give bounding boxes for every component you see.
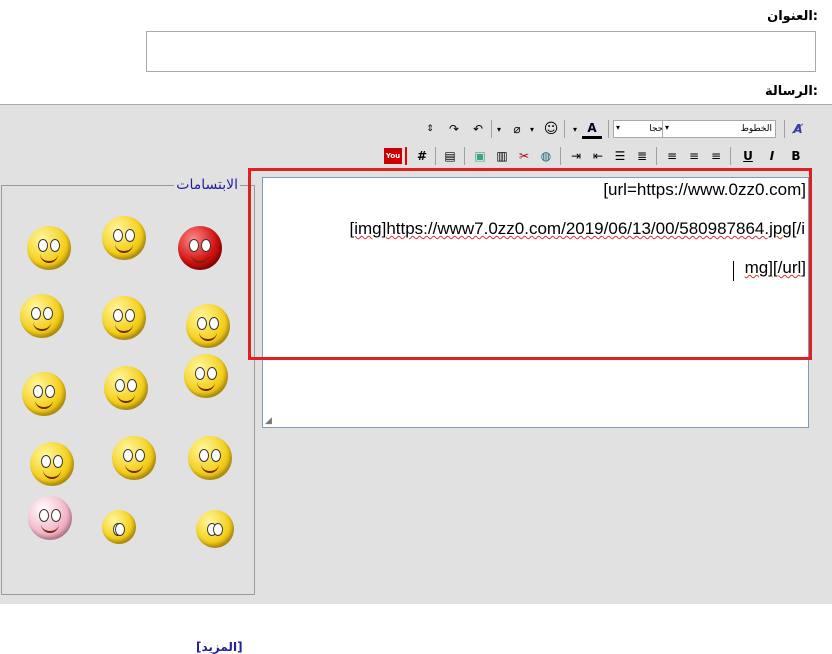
more-smilies-link[interactable]: [المزيد] — [196, 640, 243, 654]
align-center-icon[interactable]: ≡ — [684, 146, 704, 166]
numbered-list-icon[interactable]: ≣ — [632, 146, 652, 166]
smiley-icon[interactable] — [102, 296, 146, 340]
smilies-legend: الابتسامات — [174, 177, 240, 193]
smiley-icon[interactable] — [104, 366, 148, 410]
resize-height-icon[interactable]: ⇕ — [420, 119, 440, 139]
toolbar-row-2: You # ▤ ▣ ▥ ✂ ◍ ⇥ ⇤ ☰ ≣ ≡ ≡ ≡ U I B — [384, 146, 820, 166]
chevron-down-icon[interactable]: ▾ — [527, 119, 537, 139]
smiley-icon[interactable] — [184, 354, 228, 398]
smilies-box: الابتسامات [المزيد] — [1, 177, 255, 654]
attach-icon[interactable]: ⌀ — [507, 119, 527, 139]
smiley-icon[interactable] — [186, 304, 230, 348]
title-input[interactable] — [146, 31, 816, 72]
chevron-down-icon: ▾ — [665, 123, 670, 132]
smiley-icon[interactable]: ☺ — [541, 119, 561, 139]
editor-panel: ⇕ ↷ ↶ ▾ ⌀ ▾ ☺ ▾ A ▾ الأحجا ▾ الخطوط A̸ Y… — [0, 104, 832, 654]
indent-icon[interactable]: ⇥ — [566, 146, 586, 166]
title-label: العنوان: — [767, 9, 818, 24]
upload-image-icon[interactable]: ▥ — [492, 146, 512, 166]
chevron-down-icon[interactable]: ▾ — [494, 119, 504, 139]
remove-link-icon[interactable]: ✂ — [514, 146, 534, 166]
smiley-icon[interactable] — [27, 226, 71, 270]
redo-icon[interactable]: ↷ — [444, 119, 464, 139]
smiley-icon[interactable] — [22, 372, 66, 416]
chevron-down-icon[interactable]: ▾ — [570, 119, 580, 139]
smiley-icon[interactable] — [28, 496, 72, 540]
chevron-down-icon: ▾ — [616, 123, 621, 132]
italic-button[interactable]: I — [762, 146, 782, 166]
bold-button[interactable]: B — [786, 146, 806, 166]
smiley-icon[interactable] — [178, 226, 222, 270]
smiley-icon[interactable] — [196, 510, 234, 548]
message-label: الرسالة: — [764, 84, 818, 99]
hash-button[interactable]: # — [412, 146, 432, 166]
image-icon[interactable]: ▣ — [470, 146, 490, 166]
smiley-icon[interactable] — [102, 216, 146, 260]
smiley-icon[interactable] — [112, 436, 156, 480]
smiley-icon[interactable] — [102, 510, 136, 544]
quote-icon[interactable]: ▤ — [440, 146, 460, 166]
align-right-icon[interactable]: ≡ — [662, 146, 682, 166]
youtube-icon[interactable]: You — [384, 148, 402, 164]
font-select[interactable]: ▾ الخطوط — [662, 120, 776, 138]
text-color-icon[interactable]: A — [582, 119, 602, 139]
resize-grip-icon[interactable]: ◢ — [265, 416, 272, 426]
smiley-icon[interactable] — [30, 442, 74, 486]
outdent-icon[interactable]: ⇤ — [588, 146, 608, 166]
toolbar-row-1: ⇕ ↷ ↶ ▾ ⌀ ▾ ☺ ▾ A ▾ الأحجا ▾ الخطوط A̸ — [384, 119, 820, 139]
undo-icon[interactable]: ↶ — [468, 119, 488, 139]
smiley-icon[interactable] — [188, 436, 232, 480]
align-left-icon[interactable]: ≡ — [706, 146, 726, 166]
smiley-icon[interactable] — [20, 294, 64, 338]
insert-link-icon[interactable]: ◍ — [536, 146, 556, 166]
bullet-list-icon[interactable]: ☰ — [610, 146, 630, 166]
underline-button[interactable]: U — [738, 146, 758, 166]
highlight-box — [248, 168, 812, 360]
remove-format-icon[interactable]: A̸ — [788, 119, 808, 139]
